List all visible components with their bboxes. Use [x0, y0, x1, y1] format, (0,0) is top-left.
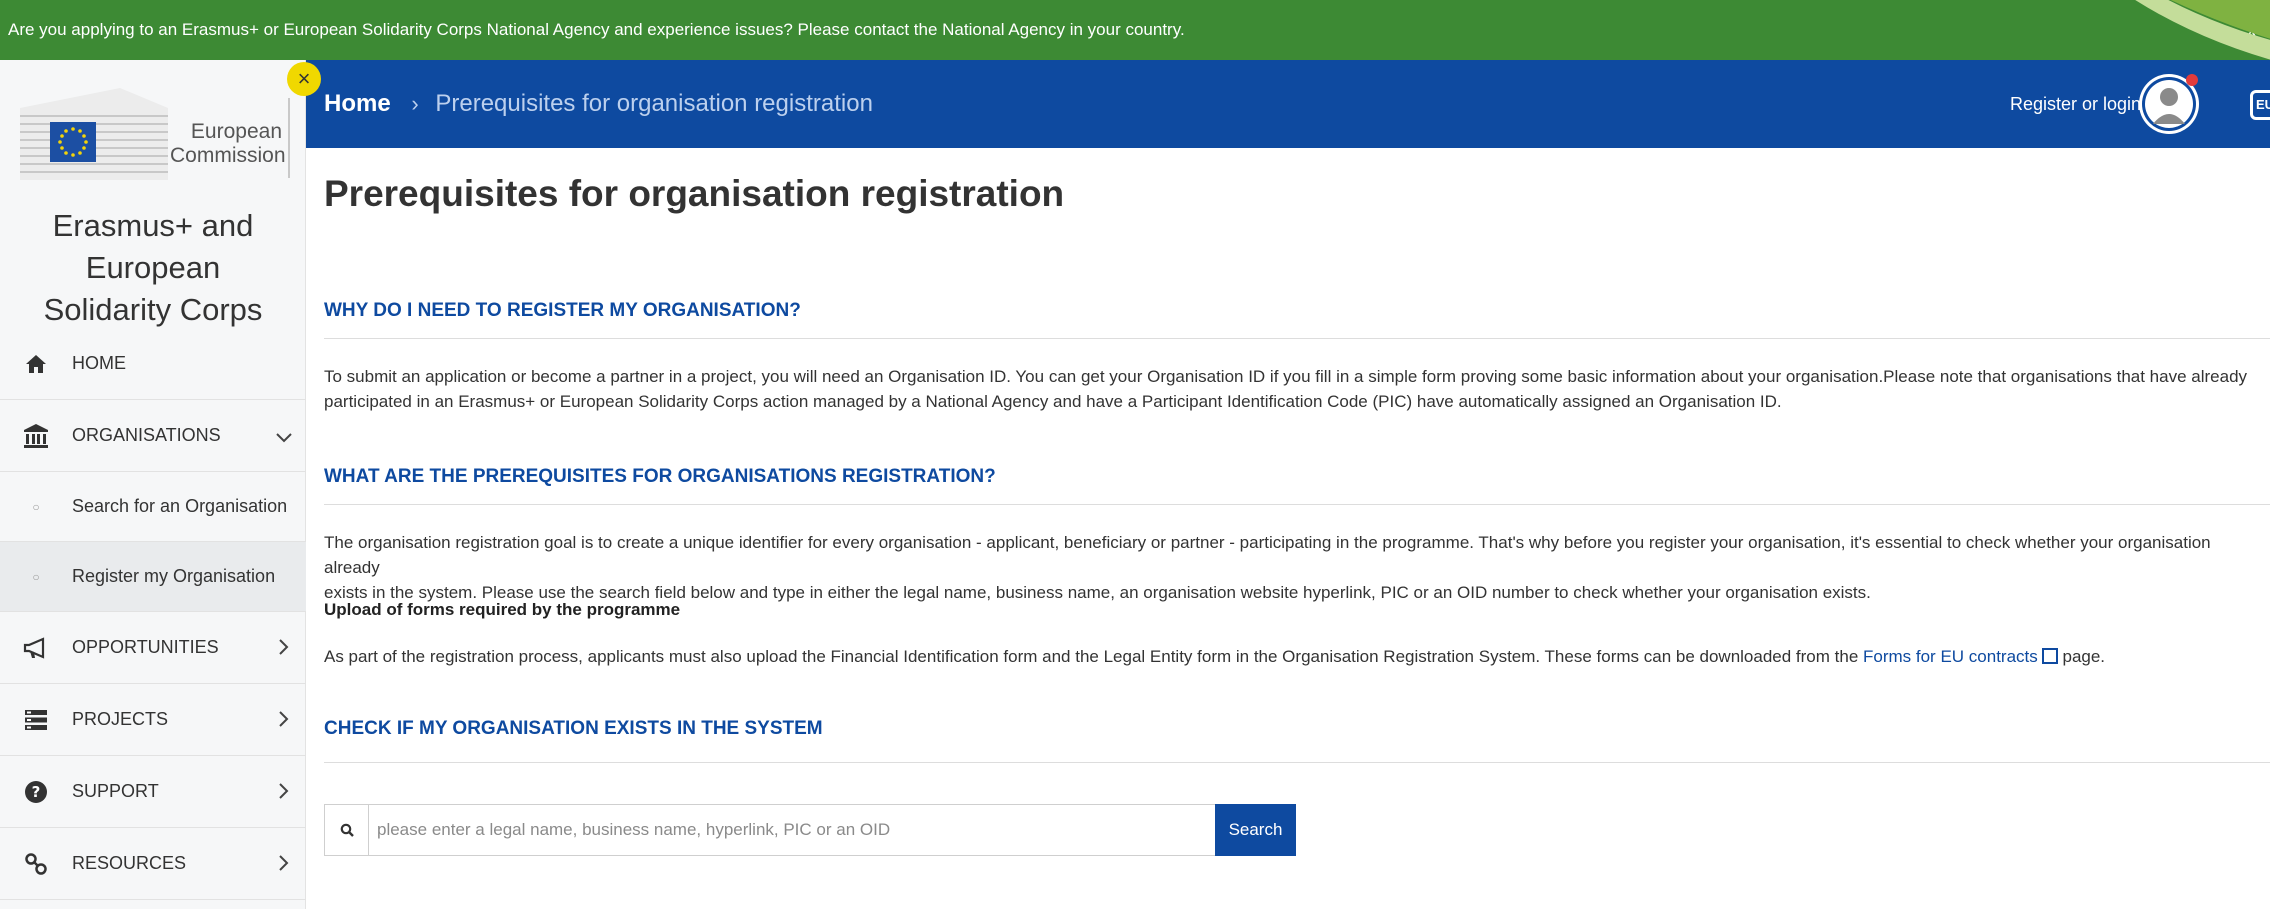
organisation-search: Search	[324, 804, 1296, 856]
divider	[324, 504, 2270, 505]
sidebar-item-search-organisation[interactable]: ○ Search for an Organisation	[0, 472, 306, 542]
sidebar: European Commission Erasmus+ and Europea…	[0, 60, 306, 909]
search-icon	[325, 805, 369, 855]
search-button[interactable]: Search	[1215, 804, 1296, 856]
divider	[324, 338, 2270, 339]
page-title: Prerequisites for organisation registrat…	[324, 173, 1065, 214]
sidebar-item-organisations[interactable]: ORGANISATIONS	[0, 400, 306, 472]
section-paragraph-why: To submit an application or become a par…	[324, 367, 2248, 411]
divider	[324, 762, 2270, 763]
ec-logo-line1: European	[190, 120, 282, 143]
chevron-right-icon	[262, 707, 306, 733]
megaphone-icon	[0, 636, 72, 659]
forms-eu-contracts-link[interactable]: Forms for EU contracts	[1863, 647, 2038, 666]
breadcrumb-home-link[interactable]: Home	[324, 90, 391, 117]
home-icon	[0, 354, 72, 374]
sidebar-item-register-organisation[interactable]: ○ Register my Organisation	[0, 542, 306, 612]
chevron-right-icon	[262, 635, 306, 661]
forms-subheading: Upload of forms required by the programm…	[324, 600, 681, 619]
sidebar-item-home[interactable]: HOME	[0, 328, 306, 400]
sidebar-item-opportunities[interactable]: OPPORTUNITIES	[0, 612, 306, 684]
breadcrumb-separator: ›	[411, 91, 419, 116]
institution-icon	[0, 423, 72, 449]
svg-text:?: ?	[32, 783, 41, 801]
search-input[interactable]	[377, 805, 1137, 855]
sidebar-nav: HOME ORGANISATIONS ○ Search for an Organ…	[0, 328, 306, 900]
resources-icon	[0, 852, 72, 876]
register-login-link[interactable]: Register or login	[2010, 60, 2141, 148]
breadcrumb: Home › Prerequisites for organisation re…	[324, 60, 873, 148]
notice-text: Are you applying to an Erasmus+ or Europ…	[8, 20, 1185, 39]
section-heading-check: CHECK IF MY ORGANISATION EXISTS IN THE S…	[324, 718, 823, 739]
sidebar-item-resources[interactable]: RESOURCES	[0, 828, 306, 900]
external-link-icon[interactable]	[2041, 648, 2058, 664]
top-bar: Home › Prerequisites for organisation re…	[306, 60, 2270, 148]
ec-building-icon	[20, 88, 168, 180]
breadcrumb-current: Prerequisites for organisation registrat…	[435, 90, 873, 117]
chevron-down-icon	[262, 423, 306, 449]
notice-banner: Are you applying to an Erasmus+ or Europ…	[0, 0, 2270, 60]
help-icon: ?	[0, 780, 72, 804]
section-heading-why: WHY DO I NEED TO REGISTER MY ORGANISATIO…	[324, 300, 801, 321]
ec-logo-line2: Commission	[170, 144, 286, 167]
chevron-right-icon	[262, 851, 306, 877]
chat-icon[interactable]: EU	[2250, 90, 2270, 120]
sidebar-item-projects[interactable]: PROJECTS	[0, 684, 306, 756]
logo-divider	[288, 98, 290, 178]
sidebar-item-support[interactable]: ? SUPPORT	[0, 756, 306, 828]
european-commission-logo[interactable]: European Commission	[20, 80, 290, 186]
chevron-right-icon	[262, 779, 306, 805]
section-paragraph-prerequisites: The organisation registration goal is to…	[324, 533, 2211, 602]
bullet-icon: ○	[32, 499, 40, 514]
bullet-icon: ○	[32, 569, 40, 584]
projects-icon	[0, 709, 72, 731]
forms-paragraph: As part of the registration process, app…	[324, 647, 2106, 666]
section-heading-prerequisites: WHAT ARE THE PREREQUISITES FOR ORGANISAT…	[324, 466, 996, 487]
app-title: Erasmus+ and European Solidarity Corps	[43, 208, 263, 327]
notification-dot	[2186, 74, 2198, 86]
sidebar-close-button[interactable]: ×	[287, 62, 321, 96]
